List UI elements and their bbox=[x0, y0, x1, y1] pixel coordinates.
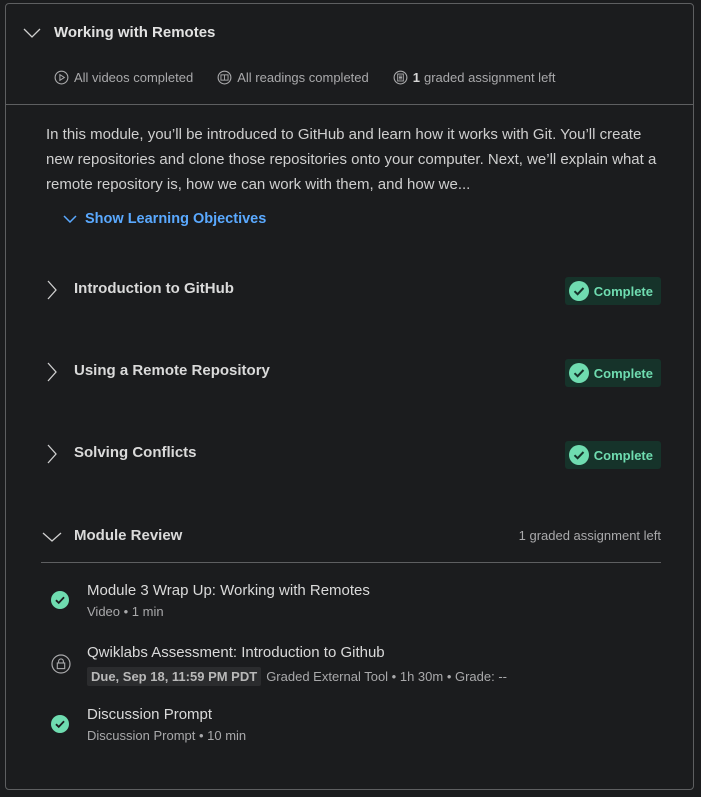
review-item[interactable]: Discussion Prompt Discussion Prompt • 10… bbox=[51, 706, 651, 746]
review-item-meta: Due, Sep 18, 11:59 PM PDT Graded Externa… bbox=[87, 667, 507, 686]
module-card: Working with Remotes All videos complete… bbox=[5, 3, 694, 790]
review-item[interactable]: Qwiklabs Assessment: Introduction to Git… bbox=[51, 644, 651, 688]
check-circle-icon bbox=[568, 281, 589, 301]
check-circle-icon bbox=[51, 591, 69, 614]
readings-stat: All readings completed bbox=[217, 70, 369, 85]
module-header[interactable]: Working with Remotes All videos complete… bbox=[6, 4, 693, 105]
lesson-row[interactable]: Using a Remote Repository Complete bbox=[41, 359, 661, 387]
check-circle-icon bbox=[568, 363, 589, 383]
module-review-meta: 1 graded assignment left bbox=[518, 528, 661, 543]
assignments-stat: 1 graded assignment left bbox=[393, 70, 556, 85]
review-item-title[interactable]: Discussion Prompt bbox=[87, 706, 212, 723]
check-circle-icon bbox=[568, 445, 589, 465]
show-learning-objectives-label: Show Learning Objectives bbox=[85, 211, 267, 227]
lesson-row[interactable]: Solving Conflicts Complete bbox=[41, 441, 661, 469]
book-circle-icon bbox=[217, 70, 232, 85]
complete-badge-label: Complete bbox=[593, 365, 653, 381]
chevron-right-icon bbox=[47, 444, 57, 464]
lesson-row[interactable]: Introduction to GitHub Complete bbox=[41, 277, 661, 305]
review-item[interactable]: Module 3 Wrap Up: Working with Remotes V… bbox=[51, 582, 651, 622]
module-stats: All videos completed All readings comple… bbox=[54, 70, 580, 85]
due-date-badge: Due, Sep 18, 11:59 PM PDT bbox=[87, 667, 262, 686]
module-title: Working with Remotes bbox=[54, 24, 216, 41]
lesson-title: Using a Remote Repository bbox=[74, 362, 270, 379]
readings-stat-text: All readings completed bbox=[237, 70, 369, 85]
complete-badge-label: Complete bbox=[593, 447, 653, 463]
show-learning-objectives-button[interactable]: Show Learning Objectives bbox=[63, 211, 266, 227]
chevron-down-icon[interactable] bbox=[23, 28, 41, 38]
module-review-header[interactable]: Module Review 1 graded assignment left bbox=[41, 522, 661, 563]
chevron-down-icon bbox=[63, 215, 77, 223]
assignments-stat-text: graded assignment left bbox=[424, 70, 556, 85]
assignments-count: 1 bbox=[412, 70, 420, 85]
videos-stat: All videos completed bbox=[54, 70, 193, 85]
lesson-title: Introduction to GitHub bbox=[74, 280, 234, 297]
complete-badge-label: Complete bbox=[593, 283, 653, 299]
review-item-meta: Discussion Prompt • 10 min bbox=[87, 728, 247, 743]
module-review-title: Module Review bbox=[74, 527, 183, 544]
chevron-right-icon bbox=[47, 280, 57, 300]
review-item-meta: Video • 1 min bbox=[87, 604, 164, 619]
complete-badge: Complete bbox=[564, 441, 661, 469]
module-description: In this module, you’ll be introduced to … bbox=[46, 126, 657, 193]
review-item-title[interactable]: Module 3 Wrap Up: Working with Remotes bbox=[87, 582, 370, 599]
play-circle-icon bbox=[54, 70, 69, 85]
videos-stat-text: All videos completed bbox=[74, 70, 194, 85]
assignment-circle-icon bbox=[393, 70, 408, 85]
review-item-meta-text: Graded External Tool • 1h 30m • Grade: -… bbox=[266, 669, 507, 684]
complete-badge: Complete bbox=[564, 277, 661, 305]
complete-badge: Complete bbox=[564, 359, 661, 387]
chevron-down-icon bbox=[42, 532, 62, 542]
lock-circle-icon bbox=[51, 654, 71, 679]
chevron-right-icon bbox=[47, 362, 57, 382]
check-circle-icon bbox=[51, 715, 69, 738]
review-item-title[interactable]: Qwiklabs Assessment: Introduction to Git… bbox=[87, 644, 385, 661]
lesson-title: Solving Conflicts bbox=[74, 444, 197, 461]
